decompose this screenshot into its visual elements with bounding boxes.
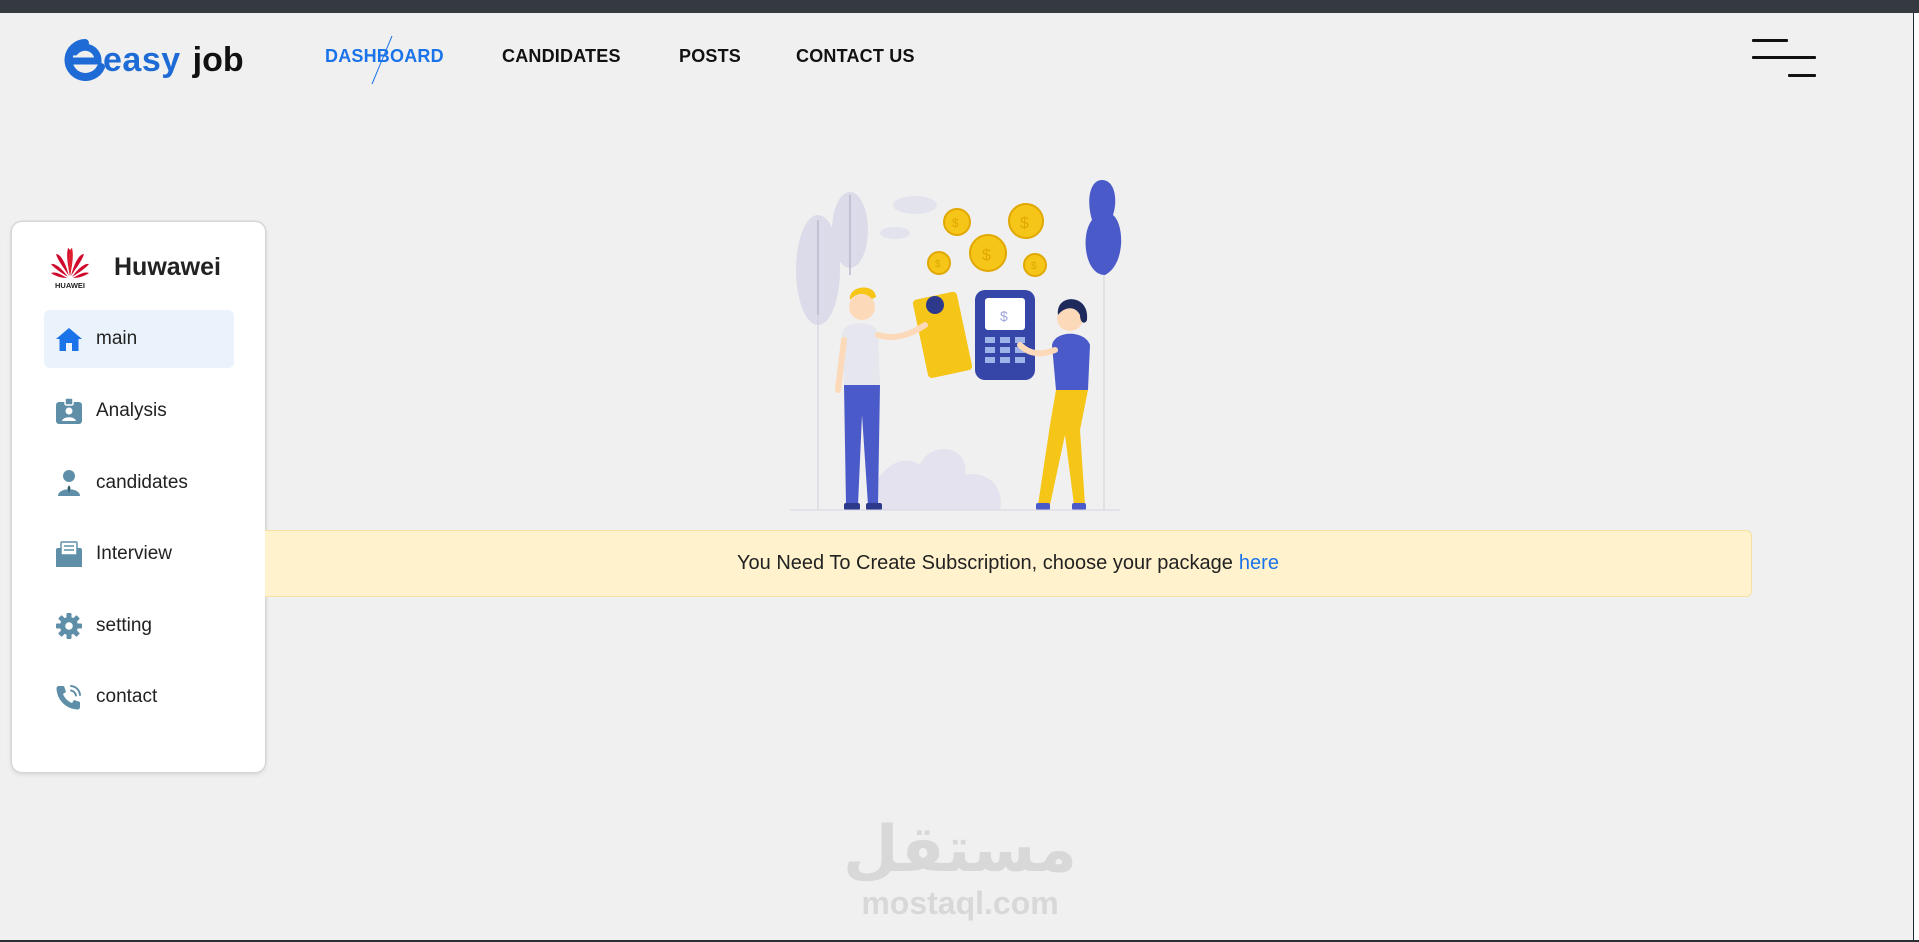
sidebar-item-interview[interactable]: Interview xyxy=(44,525,234,583)
sidebar-item-analysis[interactable]: Analysis xyxy=(44,382,234,440)
sidebar-item-label: contact xyxy=(96,686,158,707)
nav-posts[interactable]: POSTS xyxy=(679,46,741,67)
nav-active-slash xyxy=(371,35,393,85)
company-name: Huwawei xyxy=(114,252,221,281)
brand-e-icon xyxy=(64,39,105,81)
subscription-alert: You Need To Create Subscription, choose … xyxy=(265,530,1752,597)
sidebar: HUAWEI Huwawei main Analysis candidates … xyxy=(12,222,265,772)
home-icon xyxy=(54,324,84,354)
sidebar-item-setting[interactable]: setting xyxy=(44,597,234,655)
page-right-edge xyxy=(1914,13,1919,942)
browser-top-bar xyxy=(0,0,1919,13)
sidebar-item-label: setting xyxy=(96,615,152,636)
svg-text:$: $ xyxy=(1031,261,1037,272)
brand-easy-text: easy xyxy=(103,41,181,79)
watermark-arabic: مستقل xyxy=(842,813,1078,887)
alert-message: You Need To Create Subscription, choose … xyxy=(737,552,1233,574)
hamburger-icon[interactable] xyxy=(1750,38,1816,82)
huawei-logo: HUAWEI xyxy=(51,248,89,290)
phone-icon xyxy=(54,682,84,712)
nav-candidates[interactable]: CANDIDATES xyxy=(502,46,621,67)
watermark: مستقل mostaql.com xyxy=(840,818,1080,920)
alert-package-link[interactable]: here xyxy=(1239,552,1279,575)
company-header: HUAWEI Huwawei xyxy=(48,244,221,290)
envelope-icon xyxy=(54,539,84,569)
sidebar-item-candidates[interactable]: candidates xyxy=(44,454,234,512)
payment-illustration: $ $ $ $ $ $ xyxy=(790,180,1122,511)
svg-text:$: $ xyxy=(982,247,991,264)
sidebar-item-label: Analysis xyxy=(96,400,167,421)
brand-job-text: job xyxy=(192,41,244,79)
scrollbar-edge xyxy=(1913,13,1914,942)
svg-text:$: $ xyxy=(1000,308,1008,324)
sidebar-item-main[interactable]: main xyxy=(44,310,234,368)
sidebar-item-label: main xyxy=(96,328,138,349)
svg-text:$: $ xyxy=(1020,215,1029,232)
gear-icon xyxy=(54,611,84,641)
svg-text:$: $ xyxy=(935,259,941,270)
sidebar-item-label: Interview xyxy=(96,543,173,564)
id-badge-icon xyxy=(54,396,84,426)
sidebar-item-label: candidates xyxy=(96,472,188,493)
brand-logo[interactable]: easy job xyxy=(64,36,244,84)
svg-text:$: $ xyxy=(952,216,959,230)
huawei-logo-text: HUAWEI xyxy=(55,281,85,290)
watermark-latin: mostaql.com xyxy=(861,885,1059,921)
nav-contact-us[interactable]: CONTACT US xyxy=(796,46,915,67)
person-icon xyxy=(54,468,84,498)
sidebar-item-contact[interactable]: contact xyxy=(44,668,234,726)
